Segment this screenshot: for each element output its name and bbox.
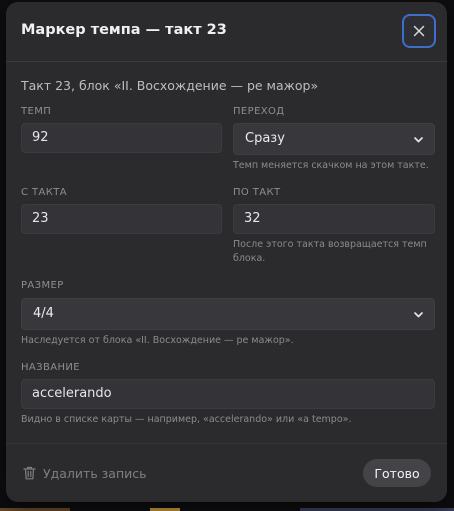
meter-selected-value: 4/4 <box>33 306 54 321</box>
dialog-title: Маркер темпа — такт 23 <box>21 22 227 38</box>
to-bar-hint: После этого такта возвращается темп блок… <box>233 239 427 264</box>
chevron-down-icon <box>414 312 423 318</box>
to-bar-label: ПО ТАКТ <box>233 187 281 198</box>
meter-hint: Наследуется от блока «II. Восхождение — … <box>21 335 294 346</box>
transition-hint: Темп меняется скачком на этом такте. <box>233 160 429 171</box>
name-input[interactable]: accelerando <box>21 379 435 409</box>
name-hint: Видно в списке карты — например, «accele… <box>21 414 352 425</box>
from-bar-input[interactable]: 23 <box>21 204 222 234</box>
trash-icon <box>23 466 36 480</box>
to-bar-input[interactable]: 32 <box>233 204 435 234</box>
chevron-down-icon <box>414 137 423 143</box>
transition-label: ПЕРЕХОД <box>233 106 285 117</box>
delete-record-label: Удалить запись <box>43 465 147 481</box>
meter-label: РАЗМЕР <box>21 280 64 291</box>
tempo-input[interactable]: 92 <box>21 123 222 153</box>
meter-select[interactable]: 4/4 <box>21 298 435 330</box>
transition-selected-value: Сразу <box>245 131 285 146</box>
transition-select[interactable]: Сразу <box>233 123 435 155</box>
close-icon <box>413 25 425 37</box>
delete-record-button[interactable]: Удалить запись <box>23 462 147 484</box>
dialog-header: Маркер темпа — такт 23 <box>6 2 447 62</box>
tempo-label: ТЕМП <box>21 106 52 117</box>
tempo-marker-dialog: Маркер темпа — такт 23 Такт 23, блок «II… <box>6 2 447 502</box>
done-button[interactable]: Готово <box>363 459 431 487</box>
name-label: НАЗВАНИЕ <box>21 362 80 373</box>
close-button[interactable] <box>402 14 436 48</box>
footer-divider <box>6 443 447 444</box>
dialog-subtitle: Такт 23, блок «II. Восхождение — ре мажо… <box>21 78 319 93</box>
from-bar-label: С ТАКТА <box>21 187 67 198</box>
